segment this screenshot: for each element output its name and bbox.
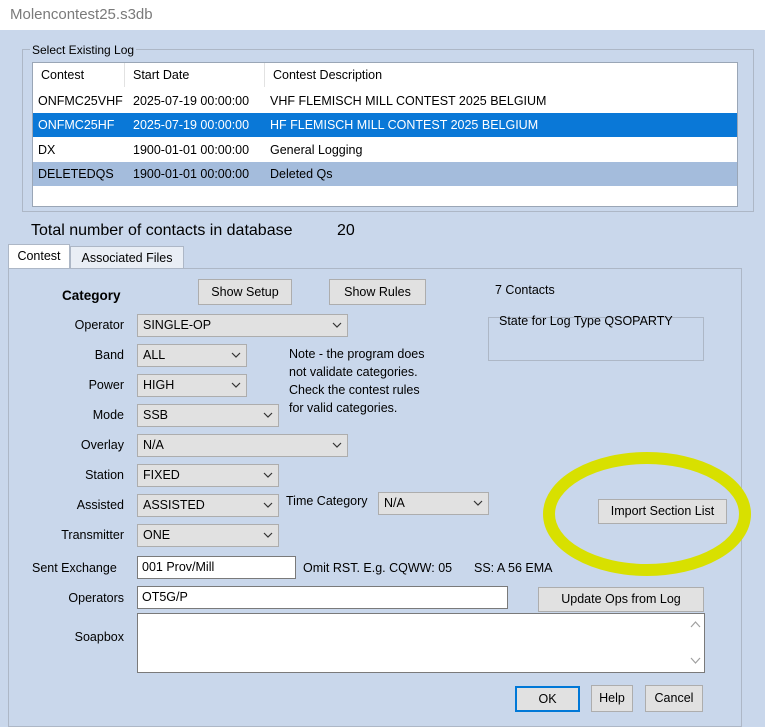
sent-exchange-label: Sent Exchange <box>32 561 117 575</box>
log-row[interactable]: DX 1900-01-01 00:00:00 General Logging <box>33 138 737 162</box>
log-list[interactable]: Contest Start Date Contest Description O… <box>32 62 738 207</box>
row-description: VHF FLEMISCH MILL CONTEST 2025 BELGIUM <box>270 94 547 108</box>
chevron-down-icon <box>231 382 241 388</box>
title-bar: Molencontest25.s3db <box>0 0 765 30</box>
soapbox-textarea[interactable] <box>137 613 705 673</box>
row-description: Deleted Qs <box>270 167 333 181</box>
column-header-contest[interactable]: Contest <box>33 63 125 87</box>
row-description: General Logging <box>270 143 363 157</box>
chevron-down-icon <box>332 442 342 448</box>
soapbox-label: Soapbox <box>74 630 124 644</box>
power-label: Power <box>88 378 124 392</box>
operator-value: SINGLE-OP <box>143 318 212 332</box>
select-log-legend: Select Existing Log <box>30 43 137 57</box>
sent-exchange-example: SS: A 56 EMA <box>474 561 553 575</box>
mode-value: SSB <box>143 408 169 422</box>
log-row[interactable]: ONFMC25VHF 2025-07-19 00:00:00 VHF FLEMI… <box>33 89 737 113</box>
row-contest: ONFMC25VHF <box>38 94 123 108</box>
chevron-down-icon <box>473 500 483 506</box>
update-ops-button[interactable]: Update Ops from Log <box>538 587 704 612</box>
note-line: Check the contest rules <box>289 383 420 397</box>
band-value: ALL <box>143 348 166 362</box>
window-title: Molencontest25.s3db <box>10 6 153 23</box>
column-header-start-date[interactable]: Start Date <box>125 63 265 87</box>
row-start-date: 1900-01-01 00:00:00 <box>133 143 250 157</box>
note-line: Note - the program does <box>289 347 425 361</box>
band-dropdown[interactable]: ALL <box>137 344 247 367</box>
operators-value: OT5G/P <box>142 590 188 604</box>
band-label: Band <box>94 348 124 362</box>
transmitter-dropdown[interactable]: ONE <box>137 524 279 547</box>
operator-label: Operator <box>74 318 124 332</box>
row-contest: ONFMC25HF <box>38 118 115 132</box>
tab-associated-files[interactable]: Associated Files <box>70 246 184 268</box>
log-row[interactable]: DELETEDQS 1900-01-01 00:00:00 Deleted Qs <box>33 162 737 186</box>
row-contest: DX <box>38 143 56 157</box>
power-dropdown[interactable]: HIGH <box>137 374 247 397</box>
station-dropdown[interactable]: FIXED <box>137 464 279 487</box>
sent-exchange-input[interactable]: 001 Prov/Mill <box>137 556 296 579</box>
transmitter-label: Transmitter <box>61 528 124 542</box>
scroll-up-icon[interactable] <box>690 620 701 629</box>
row-start-date: 2025-07-19 00:00:00 <box>133 94 250 108</box>
row-description: HF FLEMISCH MILL CONTEST 2025 BELGIUM <box>270 118 539 132</box>
row-start-date: 2025-07-19 00:00:00 <box>133 118 250 132</box>
help-button[interactable]: Help <box>591 685 633 712</box>
category-heading: Category <box>62 288 121 303</box>
show-setup-button[interactable]: Show Setup <box>198 279 292 305</box>
station-label: Station <box>85 468 124 482</box>
show-rules-button[interactable]: Show Rules <box>329 279 426 305</box>
time-category-label: Time Category <box>286 494 368 508</box>
time-category-dropdown[interactable]: N/A <box>378 492 489 515</box>
mode-dropdown[interactable]: SSB <box>137 404 279 427</box>
chevron-down-icon <box>263 502 273 508</box>
assisted-value: ASSISTED <box>143 498 205 512</box>
overlay-value: N/A <box>143 438 164 452</box>
row-start-date: 1900-01-01 00:00:00 <box>133 167 250 181</box>
mode-label: Mode <box>92 408 124 422</box>
assisted-label: Assisted <box>76 498 124 512</box>
sent-exchange-value: 001 Prov/Mill <box>142 560 215 574</box>
note-line: for valid categories. <box>289 401 398 415</box>
ok-button[interactable]: OK <box>515 686 580 712</box>
chevron-down-icon <box>231 352 241 358</box>
tab-contest[interactable]: Contest <box>8 244 70 268</box>
row-contest: DELETEDQS <box>38 167 114 181</box>
operators-input[interactable]: OT5G/P <box>137 586 508 609</box>
chevron-down-icon <box>332 322 342 328</box>
cancel-button[interactable]: Cancel <box>645 685 703 712</box>
chevron-down-icon <box>263 532 273 538</box>
total-contacts-value: 20 <box>337 222 355 239</box>
total-contacts-label: Total number of contacts in database <box>31 222 293 239</box>
column-header-description[interactable]: Contest Description <box>265 63 737 87</box>
time-category-value: N/A <box>384 496 405 510</box>
category-note: Note - the program does not validate cat… <box>289 345 425 417</box>
assisted-dropdown[interactable]: ASSISTED <box>137 494 279 517</box>
overlay-dropdown[interactable]: N/A <box>137 434 348 457</box>
power-value: HIGH <box>143 378 175 392</box>
chevron-down-icon <box>263 412 273 418</box>
operators-label: Operators <box>68 591 124 605</box>
chevron-down-icon <box>263 472 273 478</box>
station-value: FIXED <box>143 468 180 482</box>
state-label: State for Log Type QSOPARTY <box>499 314 673 328</box>
overlay-label: Overlay <box>80 438 124 452</box>
contacts-count: 7 Contacts <box>495 283 555 297</box>
scroll-down-icon[interactable] <box>690 656 701 665</box>
note-line: not validate categories. <box>289 365 418 379</box>
operator-dropdown[interactable]: SINGLE-OP <box>137 314 348 337</box>
soapbox-scrollbar[interactable] <box>687 614 704 672</box>
sent-exchange-hint: Omit RST. E.g. CQWW: 05 <box>303 561 453 575</box>
transmitter-value: ONE <box>143 528 171 542</box>
log-row-selected[interactable]: ONFMC25HF 2025-07-19 00:00:00 HF FLEMISC… <box>33 113 737 137</box>
import-section-list-button[interactable]: Import Section List <box>598 499 727 524</box>
